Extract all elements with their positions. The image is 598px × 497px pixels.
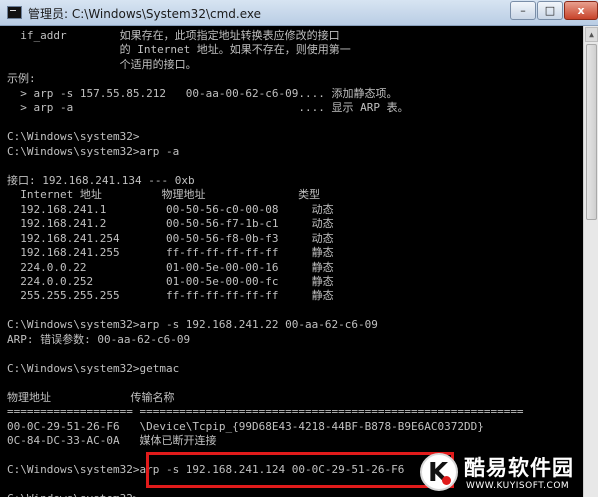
console-line: 192.168.241.1 00-50-56-c0-00-08 动态 [7,202,334,216]
close-button[interactable]: x [564,1,598,20]
console-line: > arp -a .... 显示 ARP 表。 [7,101,409,115]
console-line: C:\Windows\system32>getmac [7,361,180,375]
console-line: 224.0.0.252 01-00-5e-00-00-fc 静态 [7,274,334,288]
console-line: ARP: 错误参数: 00-aa-62-c6-09 [7,332,191,346]
watermark: K 酷易软件园 WWW.KUYISOFT.COM [418,450,598,497]
console-line: 192.168.241.254 00-50-56-f8-0b-f3 动态 [7,231,334,245]
cmd-console-icon [7,6,22,19]
scroll-up-arrow-icon[interactable]: ▲ [585,27,598,42]
console-line: =================== ====================… [7,405,524,419]
console-line: C:\Windows\system32>arp -s 192.168.241.2… [7,318,378,332]
console-line: 255.255.255.255 ff-ff-ff-ff-ff-ff 静态 [7,289,334,303]
window-title: 管理员: C:\Windows\System32\cmd.exe [28,7,261,21]
console-line: C:\Windows\system32> [7,130,140,144]
kuyisoft-logo-icon: K [420,453,458,491]
console-output[interactable]: if_addr 如果存在，此项指定地址转换表应修改的接口 的 Internet … [0,26,583,497]
watermark-title: 酷易软件园 [464,456,574,480]
console-line: > arp -s 157.55.85.212 00-aa-00-62-c6-09… [7,86,398,100]
console-line: 192.168.241.255 ff-ff-ff-ff-ff-ff 静态 [7,246,334,260]
title-bar[interactable]: 管理员: C:\Windows\System32\cmd.exe – □ x [0,0,598,26]
console-line: 个适用的接口。 [7,57,197,71]
console-line: 224.0.0.22 01-00-5e-00-00-16 静态 [7,260,334,274]
console-line: 192.168.241.2 00-50-56-f7-1b-c1 动态 [7,217,334,231]
console-line: 示例: [7,72,36,86]
console-line: 0C-84-DC-33-AC-0A 媒体已断开连接 [7,434,217,448]
console-line: 物理地址 传输名称 [7,390,175,404]
console-line: if_addr 如果存在，此项指定地址转换表应修改的接口 [7,29,340,42]
logo-dot [442,476,451,485]
minimize-button[interactable]: – [510,1,536,20]
vertical-scrollbar[interactable]: ▲ [583,26,598,497]
maximize-button[interactable]: □ [537,1,563,20]
console-line: 的 Internet 地址。如果不存在，则使用第一 [7,43,351,57]
scroll-thumb[interactable] [586,44,597,220]
console-line: 接口: 192.168.241.134 --- 0xb [7,173,195,187]
console-line: C:\Windows\system32> [7,491,139,497]
watermark-url: WWW.KUYISOFT.COM [466,481,570,491]
console-line: Internet 地址 物理地址 类型 [7,188,321,202]
console-line: C:\Windows\system32>arp -a [7,144,180,158]
cmd-window: 管理员: C:\Windows\System32\cmd.exe – □ x i… [0,0,598,497]
command-highlight-box [146,452,454,488]
console-line: 00-0C-29-51-26-F6 \Device\Tcpip_{99D68E4… [7,419,484,433]
